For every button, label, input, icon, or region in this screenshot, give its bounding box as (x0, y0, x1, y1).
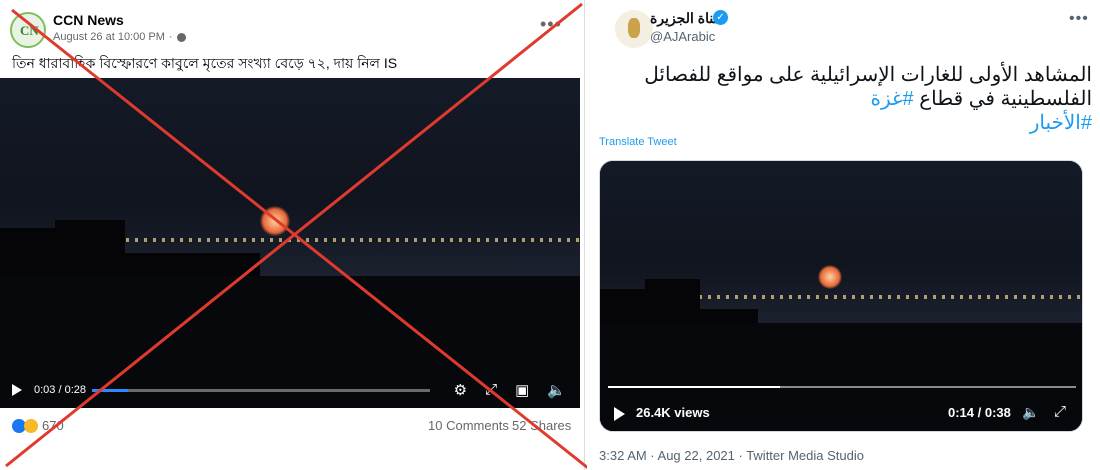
video-progress-bar[interactable] (608, 386, 1076, 388)
fullscreen-icon[interactable]: ⤢ (1054, 403, 1066, 420)
video-progress-fill (608, 386, 781, 388)
settings-icon[interactable]: ⚙ (454, 381, 467, 399)
more-options-icon[interactable]: ••• (1069, 10, 1089, 28)
tweet: قناة الجزيرة ✓ @AJArabic ••• المشاهد الأ… (587, 0, 1100, 470)
hashtag-gaza[interactable]: #غزة (871, 88, 914, 110)
account-handle[interactable]: @AJArabic (650, 29, 715, 44)
sad-reaction-icon (24, 418, 38, 433)
video-views: 26.4K views (636, 405, 710, 420)
tweet-line: المشاهد الأولى للغارات الإسرائيلية على م… (644, 64, 1092, 86)
account-name[interactable]: قناة الجزيرة (650, 10, 720, 27)
page-avatar[interactable]: CN (10, 12, 46, 48)
comments-count[interactable]: 10 Comments (428, 418, 509, 433)
more-options-icon[interactable]: ••• (540, 14, 562, 35)
explosion-glow (818, 265, 842, 289)
translate-tweet-link[interactable]: Translate Tweet (599, 136, 677, 148)
page-name[interactable]: CCN News (53, 12, 124, 28)
tweet-line: #الأخبار (602, 111, 1092, 135)
explosion-glow (260, 206, 290, 236)
shares-count[interactable]: 52 Shares (512, 418, 571, 433)
facebook-post: CN CCN News August 26 at 10:00 PM · ••• … (0, 0, 585, 470)
tweet-footer[interactable]: 3:32 AM · Aug 22, 2021 · Twitter Media S… (599, 448, 864, 463)
post-meta: August 26 at 10:00 PM · (53, 31, 186, 43)
verified-badge-icon: ✓ (713, 10, 728, 25)
video-player[interactable]: 0:03 / 0:28 ⚙ ⤢ ▣ 🔈 (0, 78, 580, 408)
video-progress-bar[interactable] (92, 389, 430, 392)
tweet-text: المشاهد الأولى للغارات الإسرائيلية على م… (602, 63, 1092, 135)
play-icon[interactable] (12, 384, 22, 396)
volume-icon[interactable]: 🔈 (1022, 404, 1039, 421)
video-time: 0:14 / 0:38 (948, 405, 1011, 420)
tweet-video-player[interactable]: 26.4K views 0:14 / 0:38 🔈 ⤢ (599, 160, 1083, 432)
avatar-logo-text: CN (20, 23, 39, 38)
volume-icon[interactable]: 🔈 (547, 381, 566, 399)
video-time: 0:03 / 0:28 (34, 384, 86, 396)
video-controls: 0:03 / 0:28 ⚙ ⤢ ▣ 🔈 (0, 372, 580, 408)
video-progress-fill (92, 389, 129, 392)
globe-icon (176, 32, 186, 42)
post-text: তিন ধারাবাহিক বিস্ফোরণে কাবুলে মৃতের সংখ… (12, 55, 398, 71)
reactions-summary[interactable]: 670 (12, 418, 64, 433)
expand-icon[interactable]: ⤢ (485, 381, 497, 399)
post-timestamp[interactable]: August 26 at 10:00 PM (53, 31, 165, 43)
hashtag-news[interactable]: #الأخبار (1030, 112, 1092, 134)
reaction-count: 670 (42, 418, 64, 433)
aljazeera-logo-icon[interactable] (615, 10, 653, 48)
tweet-line-text: الفلسطينية في قطاع (913, 88, 1092, 110)
picture-in-picture-icon[interactable]: ▣ (515, 381, 529, 399)
tweet-line: الفلسطينية في قطاع #غزة (602, 87, 1092, 111)
play-icon[interactable] (614, 407, 625, 421)
